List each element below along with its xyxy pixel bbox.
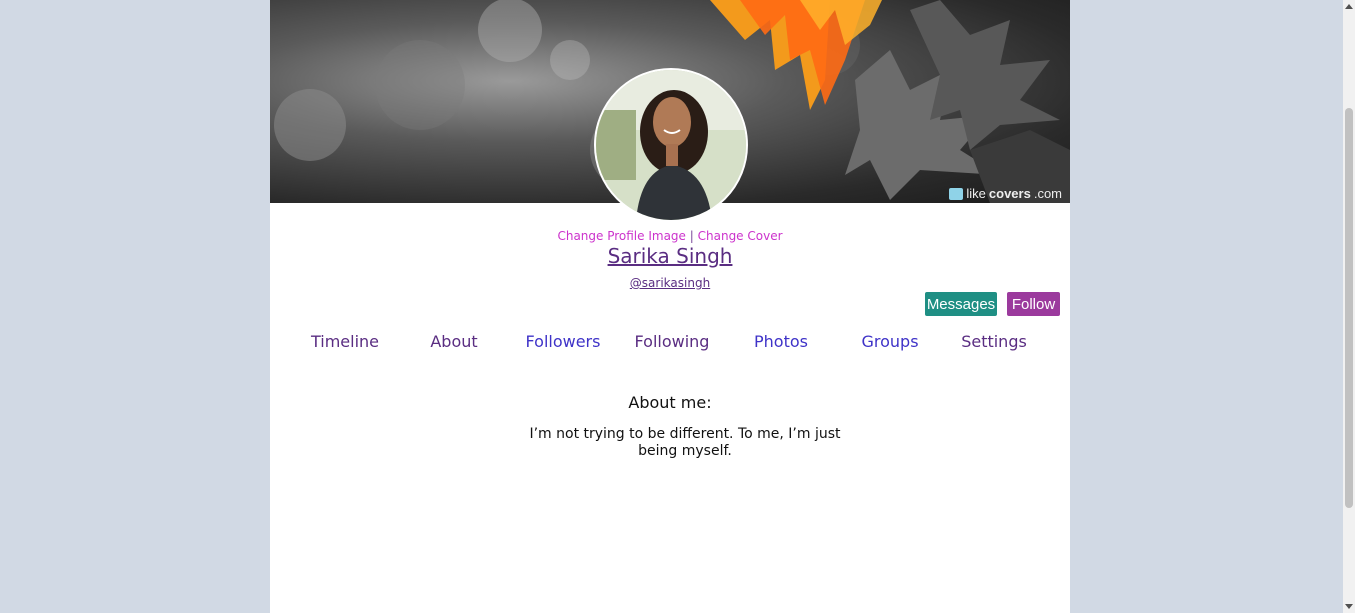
tab-about[interactable]: About: [430, 332, 477, 351]
profile-nav: Timeline About Followers Following Photo…: [270, 332, 1070, 354]
profile-edit-links: Change Profile Image | Change Cover: [270, 229, 1070, 243]
about-text: I’m not trying to be different. To me, I…: [529, 426, 841, 459]
watermark-suffix: .com: [1033, 186, 1062, 201]
scroll-up-arrow-icon[interactable]: [1345, 4, 1353, 9]
tab-settings[interactable]: Settings: [961, 332, 1027, 351]
scroll-down-arrow-icon[interactable]: [1345, 604, 1353, 609]
watermark-brand: covers: [988, 186, 1031, 201]
tab-groups[interactable]: Groups: [861, 332, 918, 351]
about-heading: About me:: [628, 393, 712, 412]
link-separator: |: [689, 229, 694, 243]
profile-page: like covers .com Change Profile Image | Ch…: [270, 0, 1070, 613]
profile-photo-icon: [596, 70, 746, 220]
scrollbar-thumb[interactable]: [1345, 108, 1353, 508]
tab-following[interactable]: Following: [635, 332, 710, 351]
change-profile-image-link[interactable]: Change Profile Image: [557, 229, 685, 243]
watermark-prefix: like: [966, 186, 986, 201]
likecovers-logo-icon: [949, 187, 964, 200]
change-cover-link[interactable]: Change Cover: [698, 229, 783, 243]
cover-watermark: like covers .com: [949, 186, 1062, 201]
profile-name-link[interactable]: Sarika Singh: [608, 244, 733, 268]
vertical-scrollbar[interactable]: [1343, 0, 1355, 613]
messages-button[interactable]: Messages: [925, 292, 997, 316]
tab-followers[interactable]: Followers: [526, 332, 601, 351]
profile-handle: @sarikasingh: [270, 276, 1070, 290]
profile-avatar: [594, 68, 748, 222]
profile-handle-link[interactable]: @sarikasingh: [630, 276, 710, 290]
profile-name: Sarika Singh: [270, 244, 1070, 268]
tab-timeline[interactable]: Timeline: [311, 332, 379, 351]
tab-photos[interactable]: Photos: [754, 332, 808, 351]
follow-button[interactable]: Follow: [1007, 292, 1060, 316]
